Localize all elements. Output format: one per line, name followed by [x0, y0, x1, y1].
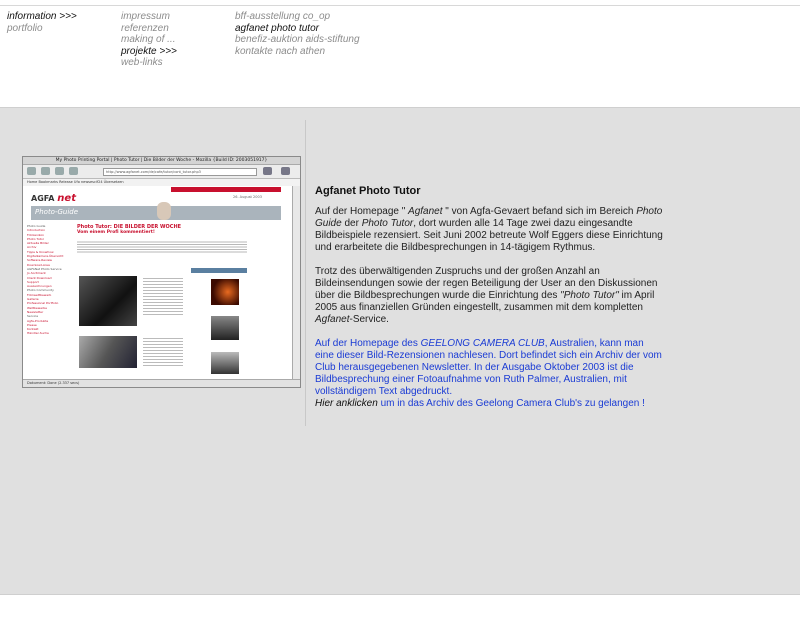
thumb-window-title: My Photo Printing Portal | Photo Tutor |…: [23, 157, 300, 165]
thumb-status-bar: Dokument: Done (2.337 secs): [23, 379, 300, 387]
nav-item-kontakte-nach-athen[interactable]: kontakte nach athen: [235, 46, 360, 58]
top-divider: [0, 5, 800, 6]
vertical-divider: [305, 120, 306, 426]
thumb-banner: Photo-Guide: [31, 202, 281, 220]
nav-item-bff-ausstellung-co-op[interactable]: bff-ausstellung co_op: [235, 11, 360, 23]
thumb-side-photo-1: [211, 279, 239, 305]
thumb-archive-header: [191, 268, 247, 273]
nav-item-web-links[interactable]: web-links: [121, 57, 177, 69]
article-paragraph-3: Auf der Homepage des GEELONG CAMERA CLUB…: [315, 338, 662, 409]
thumb-photo-2: [79, 336, 137, 368]
nav-item-portfolio[interactable]: portfolio: [7, 23, 77, 35]
thumb-intro-text: [77, 240, 247, 254]
thumb-date: 26. August 2003: [233, 195, 262, 199]
nav-item-impressum[interactable]: impressum: [121, 11, 177, 23]
nav-item-information[interactable]: information >>>: [7, 11, 77, 23]
nav-item-agfanet-photo-tutor[interactable]: agfanet photo tutor: [235, 23, 360, 35]
thumb-menu-item: Händler-Suche: [27, 331, 49, 336]
thumb-scrollbar: [292, 186, 300, 379]
nav-column-information: impressum referenzen making of ... projekte…: [121, 11, 177, 69]
thumb-stop-icon: [69, 167, 78, 175]
thumb-page: AGFA net 26. August 2003 Photo-Guide Pho…: [23, 186, 300, 379]
article-paragraph-2: Trotz des überwältigenden Zuspruchs und …: [315, 266, 658, 325]
thumb-photo-1: [79, 276, 137, 326]
nav-item-referenzen[interactable]: referenzen: [121, 23, 177, 35]
nav-item-projekte[interactable]: projekte >>>: [121, 46, 177, 58]
thumb-forward-icon: [41, 167, 50, 175]
thumb-heading: Photo Tutor: DIE BILDER DER WOCHE Vom ei…: [77, 224, 182, 235]
nav-column-projekte: bff-ausstellung co_op agfanet photo tutor…: [235, 11, 360, 57]
thumb-search-icon: [263, 167, 272, 175]
geelong-camera-club-link[interactable]: GEELONG CAMERA CLUB: [421, 338, 545, 349]
archive-click-here-link[interactable]: Hier anklicken: [315, 398, 378, 409]
article-paragraph-1: Auf der Homepage " Agfanet " von Agfa-Ge…: [315, 206, 663, 253]
article-title: Agfanet Photo Tutor: [315, 185, 421, 197]
thumb-reload-icon: [55, 167, 64, 175]
thumb-left-menu: Photo Guide Introduction Fotolexikon Photo …: [27, 224, 69, 336]
thumb-agfanet-logo: AGFA net: [31, 193, 76, 204]
article: Agfanet Photo Tutor Auf der Homepage " A…: [315, 185, 665, 422]
thumb-photo-1-caption: [143, 276, 183, 316]
nav-item-benefiz-auktion-aids-stiftung[interactable]: benefiz-auktion aids-stiftung: [235, 34, 360, 46]
thumb-back-icon: [27, 167, 36, 175]
thumb-photo-2-caption: [143, 336, 183, 366]
thumb-banner-face-image: [157, 202, 171, 220]
thumb-print-icon: [281, 167, 290, 175]
agfanet-screenshot-image: My Photo Printing Portal | Photo Tutor |…: [22, 156, 301, 388]
thumb-side-photo-3: [211, 352, 239, 374]
nav-column-main: information >>> portfolio: [7, 11, 77, 34]
thumb-toolbar: http://www.agfanet.com/de/cafe/tutor/con…: [23, 165, 300, 179]
thumb-url-field: http://www.agfanet.com/de/cafe/tutor/con…: [103, 168, 257, 176]
thumb-top-nav: [171, 187, 281, 192]
nav-item-making-of[interactable]: making of ...: [121, 34, 177, 46]
thumb-side-photo-2: [211, 316, 239, 340]
